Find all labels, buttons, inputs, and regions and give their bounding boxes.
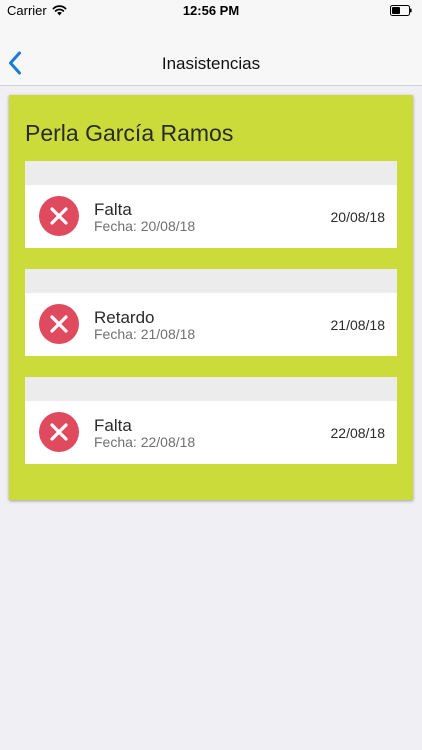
- absence-subtitle: Fecha: 21/08/18: [94, 326, 195, 342]
- x-circle-icon: [39, 304, 79, 344]
- absence-item-body: Falta Fecha: 22/08/18 22/08/18: [25, 401, 397, 464]
- absence-type: Falta: [94, 416, 132, 435]
- absence-item[interactable]: Falta Fecha: 20/08/18 20/08/18: [25, 161, 397, 248]
- battery-icon: [390, 5, 412, 16]
- absence-item-header: [25, 161, 397, 185]
- student-name: Perla García Ramos: [25, 120, 234, 146]
- absence-type: Falta: [94, 200, 132, 219]
- absence-item-body: Retardo Fecha: 21/08/18 21/08/18: [25, 293, 397, 356]
- absence-item-header: [25, 269, 397, 293]
- status-bar: Carrier 12:56 PM: [0, 0, 422, 22]
- absence-type: Retardo: [94, 308, 155, 327]
- page-title: Inasistencias: [161, 54, 261, 73]
- absence-subtitle: Fecha: 22/08/18: [94, 434, 195, 450]
- absence-right-date: 20/08/18: [330, 209, 386, 225]
- x-circle-icon: [39, 412, 79, 452]
- absence-date: 21/08/18: [140, 326, 196, 342]
- absence-date: 20/08/18: [140, 218, 196, 234]
- absence-item[interactable]: Retardo Fecha: 21/08/18 21/08/18: [25, 269, 397, 356]
- absence-item[interactable]: Falta Fecha: 22/08/18 22/08/18: [25, 377, 397, 464]
- student-card: Perla García Ramos Falta Fecha: 20/08/18…: [9, 95, 413, 500]
- absence-date-label: Fecha:: [94, 434, 137, 450]
- absence-right-date: 22/08/18: [330, 425, 386, 441]
- absence-subtitle: Fecha: 20/08/18: [94, 218, 195, 234]
- absence-item-body: Falta Fecha: 20/08/18 20/08/18: [25, 185, 397, 248]
- absence-date-label: Fecha:: [94, 218, 137, 234]
- absence-date-label: Fecha:: [94, 326, 137, 342]
- x-circle-icon: [39, 196, 79, 236]
- absence-date: 22/08/18: [140, 434, 196, 450]
- navigation-bar: Inasistencias: [0, 22, 422, 86]
- absence-right-date: 21/08/18: [330, 317, 386, 333]
- status-time: 12:56 PM: [182, 3, 240, 18]
- absence-item-header: [25, 377, 397, 401]
